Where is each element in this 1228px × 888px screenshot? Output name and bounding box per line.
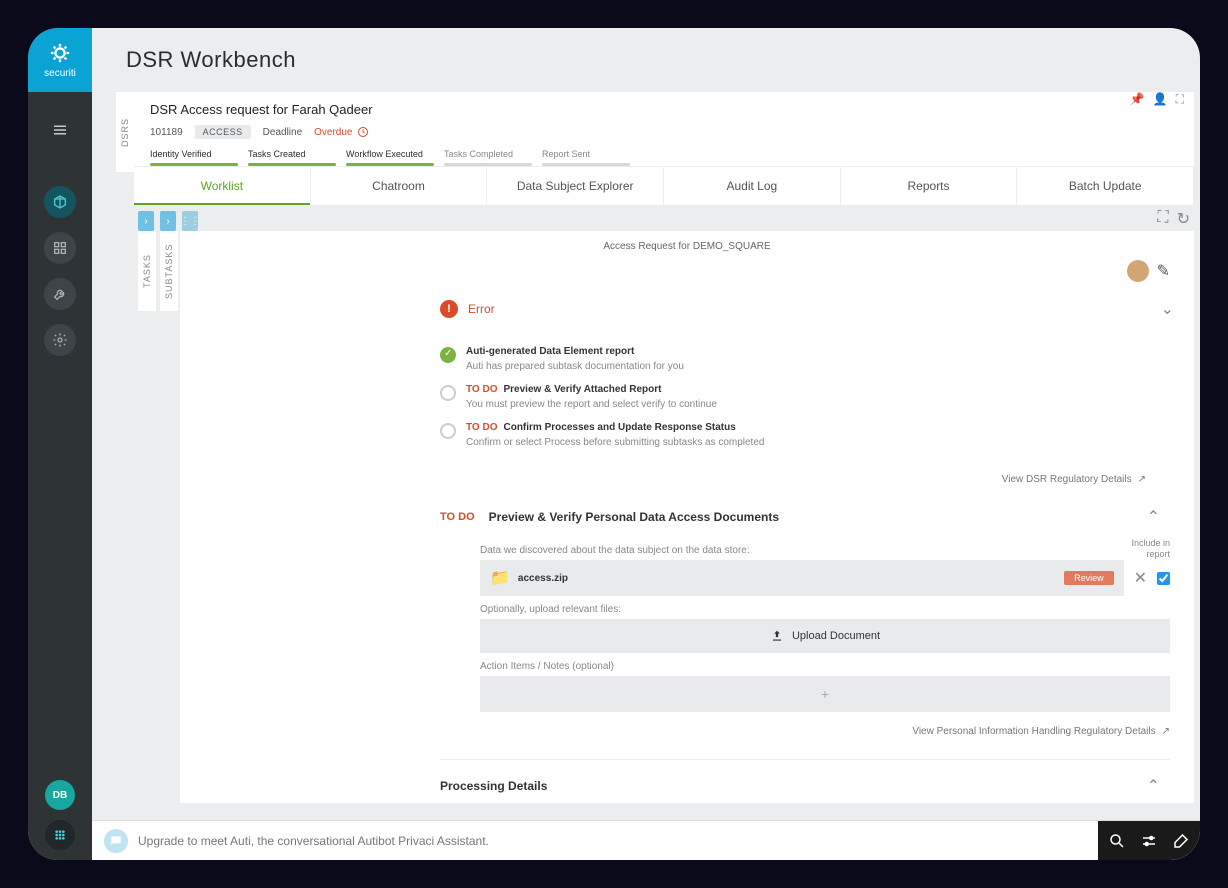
page-title: DSR Workbench (126, 47, 296, 73)
view-pi-regulatory-link[interactable]: View Personal Information Handling Regul… (480, 712, 1170, 743)
step-identity-verified: Identity Verified (150, 149, 238, 166)
tab-data-subject-explorer[interactable]: Data Subject Explorer (487, 167, 664, 205)
header-action-pin-icon[interactable]: 📌 (1130, 92, 1145, 107)
request-title: DSR Access request for Farah Qadeer (150, 102, 373, 117)
discovered-file-row: 📁 access.zip Review (480, 560, 1124, 596)
external-link-icon: ↗ (1162, 726, 1170, 737)
collapse-subtasks-toggle[interactable]: › (160, 211, 176, 231)
tab-worklist[interactable]: Worklist (134, 167, 311, 205)
brand-name: securiti (44, 68, 76, 79)
tab-batch-update[interactable]: Batch Update (1017, 167, 1194, 205)
assistant-bar: Upgrade to meet Auti, the conversational… (92, 820, 1200, 860)
error-icon: ! (440, 300, 458, 318)
nav-icon-gear[interactable] (44, 324, 76, 356)
tools-icon[interactable] (1172, 832, 1190, 850)
tab-audit-log[interactable]: Audit Log (664, 167, 841, 205)
main-tabs: Worklist Chatroom Data Subject Explorer … (134, 167, 1194, 205)
chevron-up-icon[interactable]: ⌃ (1147, 776, 1170, 796)
external-link-icon: ↗ (1138, 474, 1146, 485)
ws-expand-icon[interactable]: ⛶ (1157, 209, 1168, 229)
user-avatar-initials[interactable]: DB (45, 780, 75, 810)
include-in-report-checkbox[interactable] (1157, 572, 1170, 585)
chevron-up-icon[interactable]: ⌃ (1147, 507, 1170, 527)
processing-details-section[interactable]: Processing Details ⌃ (440, 759, 1170, 803)
checklist-item: TO DOPreview & Verify Attached Report Yo… (440, 378, 994, 416)
add-note-button[interactable]: + (480, 676, 1170, 712)
nav-icon-cube[interactable] (44, 186, 76, 218)
step-workflow-executed: Workflow Executed (346, 149, 434, 166)
workspace-title: Access Request for DEMO_SQUARE (180, 231, 1194, 258)
menu-toggle[interactable] (44, 114, 76, 146)
step-tasks-created: Tasks Created (248, 149, 336, 166)
upload-hint-label: Optionally, upload relevant files: (480, 604, 1170, 615)
tasks-vertical-label: TASKS (138, 231, 156, 311)
header-action-expand-icon[interactable]: ⛶ (1176, 92, 1184, 107)
preview-section-header[interactable]: TO DO Preview & Verify Personal Data Acc… (440, 491, 1170, 537)
progress-steps: Identity Verified Tasks Created Workflow… (150, 149, 1178, 166)
tab-reports[interactable]: Reports (841, 167, 1018, 205)
assistant-prompt-text: Upgrade to meet Auti, the conversational… (138, 834, 489, 848)
brand-logo[interactable]: securiti (28, 28, 92, 92)
checklist-status-done-icon (440, 347, 456, 363)
checklist-status-todo-icon (440, 385, 456, 401)
checklist-item: Auti-generated Data Element report Auti … (440, 340, 994, 378)
chevron-down-icon[interactable]: ⌄ (1161, 299, 1174, 319)
collapse-tasks-toggle[interactable]: › (138, 211, 154, 231)
file-name[interactable]: access.zip (518, 573, 1056, 584)
notes-label: Action Items / Notes (optional) (480, 661, 1170, 672)
discovered-label: Data we discovered about the data subjec… (480, 545, 1122, 556)
deadline-label: Deadline (263, 127, 302, 138)
left-nav-rail: securiti DB (28, 28, 92, 860)
folder-icon: 📁 (490, 568, 510, 588)
dsrs-vertical-label: DSRS (116, 92, 134, 172)
error-banner[interactable]: ! Error ⌄ (440, 290, 994, 328)
header-action-user-icon[interactable]: 👤 (1153, 92, 1168, 107)
upload-document-button[interactable]: Upload Document (480, 619, 1170, 653)
clock-icon (357, 126, 369, 138)
request-type-badge: ACCESS (195, 125, 251, 139)
step-report-sent: Report Sent (542, 149, 630, 166)
app-switcher-icon[interactable] (45, 820, 75, 850)
tab-chatroom[interactable]: Chatroom (311, 167, 488, 205)
edit-assignee-icon[interactable]: ✎ (1157, 261, 1170, 281)
view-dsr-regulatory-link[interactable]: View DSR Regulatory Details ↗ (440, 460, 1170, 491)
assignee-avatar[interactable] (1127, 260, 1149, 282)
nav-icon-wrench[interactable] (44, 278, 76, 310)
subtasks-vertical-label: SUBTASKS (160, 231, 178, 311)
review-button[interactable]: Review (1064, 571, 1114, 585)
upload-icon (770, 629, 784, 643)
request-header-card: 📌 👤 ⛶ DSR Access request for Farah Qadee… (134, 92, 1194, 166)
checklist-status-todo-icon (440, 423, 456, 439)
include-in-report-label: Include in report (1122, 538, 1170, 560)
error-label: Error (468, 302, 495, 316)
checklist-item: TO DOConfirm Processes and Update Respon… (440, 416, 994, 454)
search-icon[interactable] (1108, 832, 1126, 850)
deadline-status: Overdue (314, 126, 368, 138)
ws-refresh-icon[interactable]: ↻ (1177, 209, 1190, 229)
request-id: 101189 (150, 127, 183, 138)
drag-handle-icon[interactable]: ⋮⋮ (182, 211, 198, 231)
page-title-bar: DSR Workbench (92, 28, 1200, 92)
nav-icon-dashboard[interactable] (44, 232, 76, 264)
remove-file-icon[interactable]: ✕ (1134, 568, 1147, 588)
chat-icon[interactable] (104, 829, 128, 853)
checklist: Auti-generated Data Element report Auti … (440, 328, 994, 460)
sliders-icon[interactable] (1140, 832, 1158, 850)
step-tasks-completed: Tasks Completed (444, 149, 532, 166)
